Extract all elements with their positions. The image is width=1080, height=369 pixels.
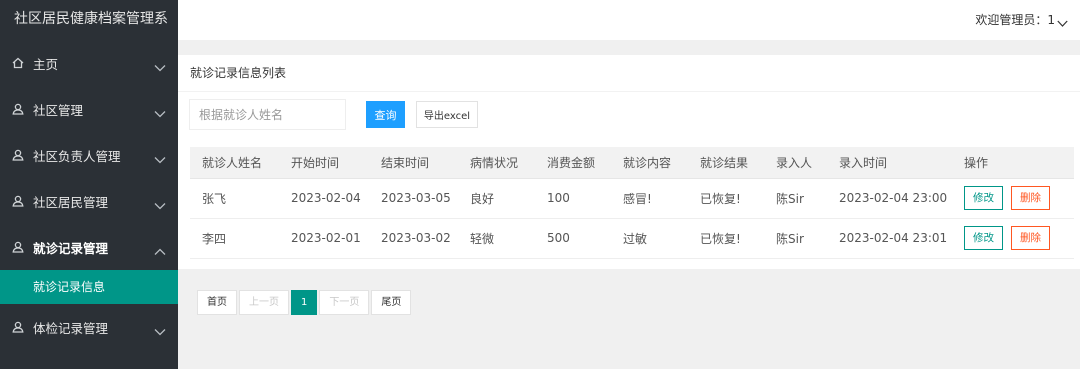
delete-button[interactable]: 删除 [1011,186,1050,210]
table-cell: 2023-02-04 [279,178,369,219]
chevron-up-icon [154,244,166,255]
sidebar: 社区居民健康档案管理系 主页 社区管理 社区负责人管理 社区居民管理 就诊记录管… [0,0,178,369]
table-cell: 已恢复! [688,218,764,259]
chevron-down-icon [154,198,166,210]
table-cell: 2023-03-02 [369,218,458,259]
first-page-button[interactable]: 首页 [197,290,237,315]
table-cell: 李四 [190,218,279,259]
table-cell: 2023-02-04 23:00 [827,178,952,219]
user-menu[interactable]: 欢迎管理员：1 [975,11,1068,28]
records-table: 就诊人姓名 开始时间 结束时间 病情状况 消费金额 就诊内容 就诊结果 录入人 … [190,147,1074,259]
search-toolbar: 查询 导出excel [189,99,478,130]
table-cell: 过敏 [611,218,688,259]
sidebar-item-label: 社区负责人管理 [33,148,121,164]
pagination: 首页 上一页 1 下一页 尾页 [197,290,413,315]
table-cell-actions: 修改 删除 [952,218,1074,259]
column-header: 消费金额 [535,147,611,179]
welcome-text: 欢迎管理员：1 [975,13,1055,27]
table-cell: 已恢复! [688,178,764,219]
page-title: 就诊记录信息列表 [178,55,1080,92]
top-header: 欢迎管理员：1 [178,0,1080,40]
next-page-button[interactable]: 下一页 [319,290,370,315]
table-cell: 轻微 [458,218,535,259]
column-header: 就诊内容 [611,147,688,179]
table-cell: 2023-02-04 23:01 [827,218,952,259]
user-icon [11,320,25,334]
table-cell: 100 [535,178,611,219]
records-card: 就诊记录信息列表 查询 导出excel 就诊人姓名 开始时间 结束时间 病情状况… [178,55,1080,269]
table-cell: 2023-03-05 [369,178,458,219]
app-title: 社区居民健康档案管理系 [0,0,178,40]
column-header: 操作 [952,147,1074,179]
home-icon [11,56,25,70]
sidebar-item-label: 社区管理 [33,102,84,118]
sidebar-item-visit-records[interactable]: 就诊记录管理 [0,224,178,270]
user-icon [11,148,25,162]
table-row: 张飞 2023-02-04 2023-03-05 良好 100 感冒! 已恢复!… [190,178,1074,219]
sidebar-item-label: 社区居民管理 [33,194,109,210]
sidebar-item-community-leader[interactable]: 社区负责人管理 [0,132,178,178]
table-cell: 陈Sir [764,178,827,219]
sidebar-item-checkup-records[interactable]: 体检记录管理 [0,304,178,350]
table-row: 李四 2023-02-01 2023-03-02 轻微 500 过敏 已恢复! … [190,218,1074,259]
column-header: 结束时间 [369,147,458,179]
chevron-down-icon [154,152,166,164]
column-header: 就诊人姓名 [190,147,279,179]
table-cell-actions: 修改 删除 [952,178,1074,219]
user-icon [11,240,25,254]
query-button[interactable]: 查询 [366,101,405,128]
delete-button[interactable]: 删除 [1011,226,1050,250]
sidebar-item-label: 就诊记录管理 [33,240,109,256]
chevron-down-icon [154,106,166,118]
column-header: 就诊结果 [688,147,764,179]
export-excel-button[interactable]: 导出excel [416,101,478,128]
table-cell: 感冒! [611,178,688,219]
sidebar-subitem-visit-info[interactable]: 就诊记录信息 [0,270,178,304]
last-page-button[interactable]: 尾页 [371,290,412,315]
table-cell: 500 [535,218,611,259]
user-icon [11,102,25,116]
edit-button[interactable]: 修改 [964,186,1003,210]
sidebar-item-residents[interactable]: 社区居民管理 [0,178,178,224]
user-icon [11,194,25,208]
sidebar-item-label: 体检记录管理 [33,320,109,336]
table-cell: 2023-02-01 [279,218,369,259]
table-cell: 陈Sir [764,218,827,259]
sidebar-item-community[interactable]: 社区管理 [0,86,178,132]
sidebar-item-home[interactable]: 主页 [0,40,178,86]
prev-page-button[interactable]: 上一页 [239,290,289,315]
column-header: 录入人 [764,147,827,179]
table-cell: 良好 [458,178,535,219]
current-page[interactable]: 1 [291,290,318,315]
edit-button[interactable]: 修改 [964,226,1003,250]
table-header-row: 就诊人姓名 开始时间 结束时间 病情状况 消费金额 就诊内容 就诊结果 录入人 … [190,147,1074,179]
column-header: 病情状况 [458,147,535,179]
column-header: 录入时间 [827,147,952,179]
chevron-down-icon [154,60,166,72]
search-input[interactable] [189,99,346,130]
chevron-down-icon [1057,16,1068,27]
chevron-down-icon [154,324,166,336]
sidebar-item-label: 主页 [33,56,59,72]
table-cell: 张飞 [190,178,279,219]
column-header: 开始时间 [279,147,369,179]
